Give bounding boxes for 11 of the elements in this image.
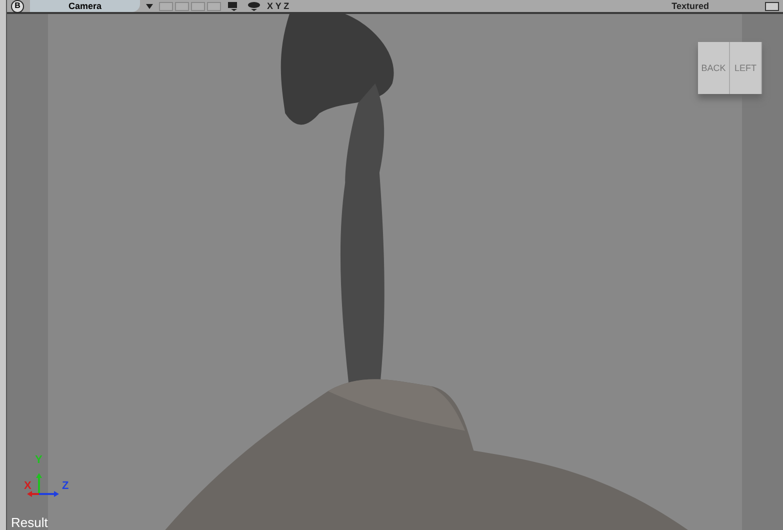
axes-label[interactable]: X Y Z: [267, 1, 290, 11]
eye-icon[interactable]: [247, 1, 261, 11]
z-axis-label: Z: [62, 480, 69, 492]
maximize-button[interactable]: [765, 2, 779, 10]
caret-icon[interactable]: [146, 4, 153, 8]
y-axis-label: Y: [35, 454, 42, 466]
camera-dropdown[interactable]: Camera: [30, 0, 140, 12]
x-axis-label: X: [24, 480, 32, 492]
viewport-label: Result: [11, 515, 48, 530]
view-badge[interactable]: B: [11, 0, 24, 12]
shading-dropdown[interactable]: Textured: [672, 1, 709, 11]
